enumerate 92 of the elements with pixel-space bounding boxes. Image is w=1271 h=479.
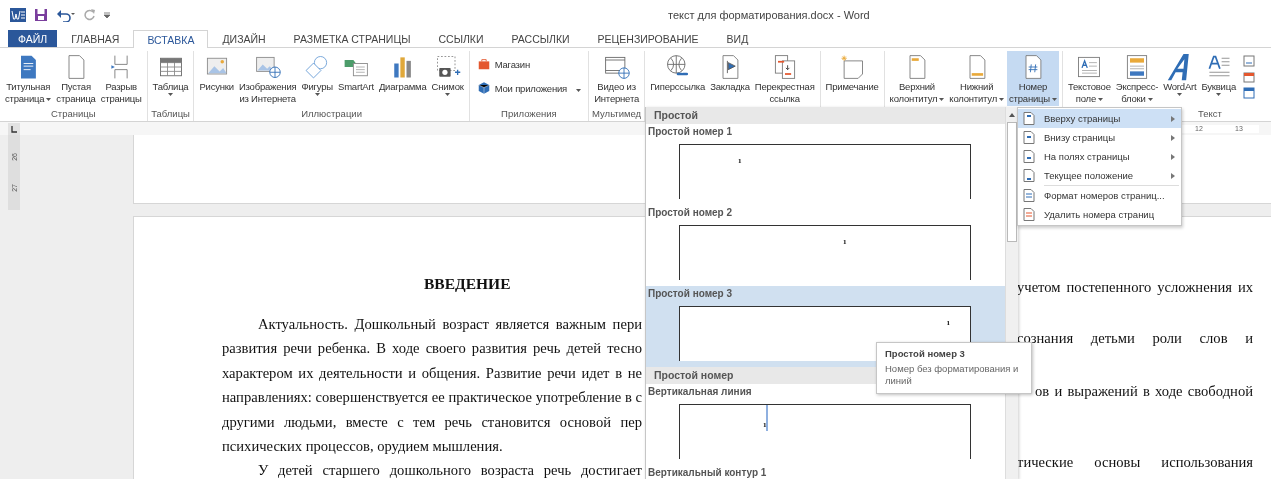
document-icon — [1023, 208, 1035, 221]
caret-icon — [46, 97, 52, 101]
ribbon-tab[interactable]: РЕЦЕНЗИРОВАНИЕ — [583, 30, 713, 47]
undo-icon[interactable] — [56, 8, 76, 22]
ribbon-button[interactable]: Магазин — [472, 54, 586, 74]
ribbon-button[interactable]: Верхний колонтитул — [887, 51, 947, 106]
scroll-up-icon[interactable] — [1008, 111, 1016, 119]
ribbon-button[interactable]: Рисунки — [197, 51, 236, 106]
ribbon-button[interactable]: Гиперссылка — [648, 51, 708, 106]
menu-item[interactable]: Вверху страницы — [1018, 109, 1181, 128]
save-icon[interactable] — [34, 8, 48, 22]
text-line: другими людьми, вместе с тем речь становится основой пер — [222, 412, 642, 432]
caret-icon — [1147, 97, 1153, 101]
ribbon-button[interactable]: Фигуры — [299, 51, 335, 106]
caret-icon — [1051, 97, 1057, 101]
group-label: Страницы — [51, 107, 96, 120]
ribbon-button[interactable]: Таблица — [150, 51, 191, 106]
ribbon-button[interactable]: Номер страницы — [1007, 51, 1059, 106]
group-label: Иллюстрации — [301, 107, 362, 120]
caret-icon — [1216, 93, 1222, 96]
page-number-icon — [1023, 169, 1035, 182]
ribbon-button[interactable]: Мои приложения — [472, 78, 586, 98]
gallery-category: Простой — [646, 107, 1005, 124]
ribbon-tab[interactable]: ВСТАВКА — [133, 30, 209, 48]
page-number-icon — [1023, 150, 1035, 163]
caret-icon — [1177, 93, 1183, 96]
ribbon-tab[interactable]: ГЛАВНАЯ — [57, 30, 134, 47]
menu-item[interactable]: Формат номеров страниц... — [1018, 186, 1181, 205]
caret-icon — [168, 93, 174, 96]
caret-icon — [939, 97, 945, 101]
group-label: Таблицы — [151, 107, 190, 120]
caret-icon — [1097, 97, 1103, 101]
text-line: У детей старшего дошкольного возраста речь достигает — [257, 461, 642, 479]
ribbon-button[interactable]: Закладка — [708, 51, 752, 106]
text-line: направлениях: совершенствуется ее практическое употребление в с — [222, 388, 642, 408]
file-tab[interactable]: ФАЙЛ — [8, 30, 58, 47]
menu-item[interactable]: Текущее положение — [1018, 166, 1181, 185]
ribbon-button[interactable]: SmartArt — [336, 51, 376, 106]
menu-item[interactable]: Удалить номера страниц — [1018, 205, 1181, 224]
word-logo-icon[interactable] — [10, 8, 26, 22]
ribbon-tab[interactable]: РАССЫЛКИ — [497, 30, 584, 47]
window-title: текст для форматирования.docx - Word — [668, 9, 870, 21]
page-number-icon — [1023, 131, 1035, 144]
gallery-item[interactable]: Вертикальный контур 1 — [646, 465, 1005, 479]
caret-icon — [445, 93, 451, 96]
app-cube-icon — [476, 81, 491, 95]
ribbon-button[interactable]: Пустая страница — [54, 51, 98, 106]
menu-item[interactable]: Внизу страницы — [1018, 128, 1181, 147]
text-line: тические основы использования — [1017, 453, 1253, 472]
menu-item[interactable]: На полях страницы — [1018, 147, 1181, 166]
ribbon-tab[interactable]: ДИЗАЙН — [208, 30, 280, 47]
text-line: Актуальность. Дошкольный возраст является важным пери — [257, 315, 642, 334]
caret-icon — [314, 93, 320, 96]
ribbon-button[interactable]: Текстовое поле — [1065, 51, 1113, 106]
document-icon — [1023, 189, 1035, 202]
customize-toolbar-icon[interactable] — [104, 12, 110, 18]
text-line: характером их деятельности и общения. Развитие речи идет в не — [222, 363, 642, 383]
text-line: учетом постепенного усложнения их — [1017, 278, 1253, 297]
caret-icon — [999, 97, 1005, 101]
object-icon[interactable] — [1243, 87, 1256, 99]
group-label: Текст — [1197, 108, 1222, 119]
ribbon-button[interactable]: Нижний колонтитул — [947, 51, 1007, 106]
submenu-arrow-icon — [1171, 172, 1175, 179]
text-line: психических процессов, орудием мышления. — [222, 436, 504, 456]
submenu-arrow-icon — [1171, 134, 1175, 141]
text-line: ов и выражений в ходе свободной — [1034, 382, 1253, 401]
submenu-arrow-icon — [1171, 115, 1175, 122]
ribbon-button[interactable]: Примечание — [823, 51, 881, 106]
ribbon-button[interactable]: Разрыв страницы — [98, 51, 144, 106]
ribbon-tab[interactable]: РАЗМЕТКА СТРАНИЦЫ — [279, 30, 425, 47]
submenu-arrow-icon — [1171, 153, 1175, 160]
text-line: развития речи ребенка. В ходе своего развития речь детей тесно — [222, 339, 642, 359]
ribbon-button[interactable]: Титульная страница — [3, 51, 54, 106]
document-heading: ВВЕДЕНИЕ — [424, 275, 511, 294]
ribbon-button[interactable]: Изображения из Интернета — [236, 51, 299, 106]
ribbon-button[interactable]: Экспресс- блоки — [1113, 51, 1161, 106]
ribbon-button[interactable]: Диаграмма — [376, 51, 429, 106]
tooltip: Простой номер 3 Номер без форматирования и линий — [876, 342, 1032, 394]
ribbon-button[interactable]: Буквица — [1199, 51, 1239, 106]
ribbon-tab[interactable]: ССЫЛКИ — [424, 30, 498, 47]
ribbon-button[interactable]: Видео из Интернета — [592, 51, 641, 106]
ribbon-button[interactable]: Перекрестная ссылка — [752, 51, 817, 106]
ribbon-tab[interactable]: ВИД — [712, 30, 763, 47]
shopping-bag-icon — [476, 57, 491, 71]
page-number-icon — [1023, 112, 1035, 125]
ribbon-button[interactable]: Снимок — [429, 51, 466, 106]
group-label: Мультимед — [592, 107, 642, 120]
group-label: Приложения — [501, 107, 557, 120]
tab-stop-icon[interactable] — [8, 122, 20, 135]
caret-icon — [576, 88, 582, 92]
date-time-icon[interactable] — [1243, 71, 1256, 83]
ribbon-button[interactable]: WordArt — [1161, 51, 1199, 106]
